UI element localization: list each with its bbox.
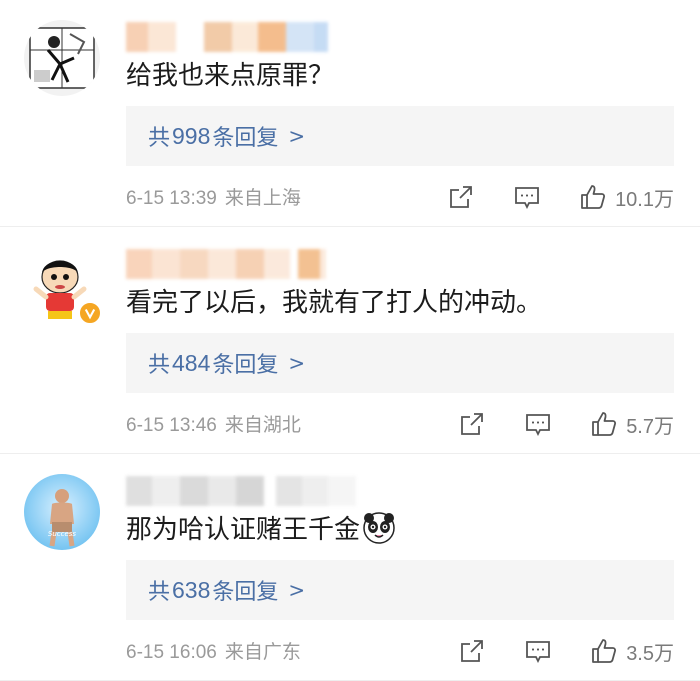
view-replies-button[interactable]: 共 998 条回复 > <box>126 106 674 166</box>
chevron-right-icon: > <box>288 124 306 148</box>
panda-emoji-icon <box>362 511 396 545</box>
view-replies-button[interactable]: 共 638 条回复 > <box>126 560 674 620</box>
username-blurred[interactable] <box>126 249 326 279</box>
username-blurred[interactable] <box>126 22 328 52</box>
chevron-right-icon: > <box>288 351 306 375</box>
reply-prefix: 共 <box>148 126 171 151</box>
reply-prefix: 共 <box>148 580 171 605</box>
comment-text: 给我也来点原罪？ <box>126 61 335 91</box>
comment-location: 来自上海 <box>224 188 301 209</box>
thumbs-up-icon <box>579 183 607 211</box>
reply-suffix: 条回复 <box>212 126 279 151</box>
reply-count: 638 <box>172 576 211 603</box>
comment-actions: 5.7万 <box>458 409 674 439</box>
comment-icon[interactable] <box>513 183 541 211</box>
comment-item: Success 那为哈认证赌王千金 共 638 条回复 > 6-15 16:06… <box>0 454 700 681</box>
avatar[interactable] <box>24 20 100 96</box>
svg-text:Success: Success <box>48 530 77 538</box>
chevron-right-icon: > <box>288 578 306 602</box>
like-count: 5.7万 <box>626 415 674 438</box>
comment-text-content: 那为哈认证赌王千金 <box>126 515 361 545</box>
comment-actions: 10.1万 <box>447 182 674 212</box>
username-blurred[interactable] <box>126 476 356 506</box>
share-icon[interactable] <box>458 637 486 665</box>
comment-item: 给我也来点原罪？ 共 998 条回复 > 6-15 13:39 来自上海 10.… <box>0 0 700 227</box>
reply-prefix: 共 <box>148 353 171 378</box>
comment-icon[interactable] <box>524 637 552 665</box>
like-count: 10.1万 <box>615 188 674 211</box>
thumbs-up-icon <box>590 637 618 665</box>
comment-meta: 6-15 13:46 来自湖北 <box>126 410 301 437</box>
comment-meta: 6-15 16:06 来自广东 <box>126 637 301 664</box>
comment-text: 那为哈认证赌王千金 <box>126 510 396 550</box>
comment-location: 来自广东 <box>224 642 301 663</box>
avatar[interactable]: Success <box>24 474 100 550</box>
reply-suffix: 条回复 <box>212 353 279 378</box>
comment-date: 6-15 16:06 <box>126 642 217 663</box>
thumbs-up-icon <box>590 410 618 438</box>
reply-suffix: 条回复 <box>212 580 279 605</box>
like-button[interactable]: 5.7万 <box>590 410 674 439</box>
share-icon[interactable] <box>458 410 486 438</box>
comment-date: 6-15 13:46 <box>126 415 217 436</box>
verified-badge-icon <box>78 301 102 325</box>
comment-meta: 6-15 13:39 来自上海 <box>126 183 301 210</box>
comment-item: 看完了以后，我就有了打人的冲动。 共 484 条回复 > 6-15 13:46 来… <box>0 227 700 454</box>
comment-actions: 3.5万 <box>458 636 674 666</box>
like-button[interactable]: 3.5万 <box>590 637 674 666</box>
share-icon[interactable] <box>447 183 475 211</box>
reply-count: 998 <box>172 122 211 149</box>
like-button[interactable]: 10.1万 <box>579 183 674 212</box>
comment-icon[interactable] <box>524 410 552 438</box>
comment-location: 来自湖北 <box>224 415 301 436</box>
reply-count: 484 <box>172 349 211 376</box>
comment-text: 看完了以后，我就有了打人的冲动。 <box>126 288 543 318</box>
comment-date: 6-15 13:39 <box>126 188 217 209</box>
view-replies-button[interactable]: 共 484 条回复 > <box>126 333 674 393</box>
like-count: 3.5万 <box>626 642 674 665</box>
